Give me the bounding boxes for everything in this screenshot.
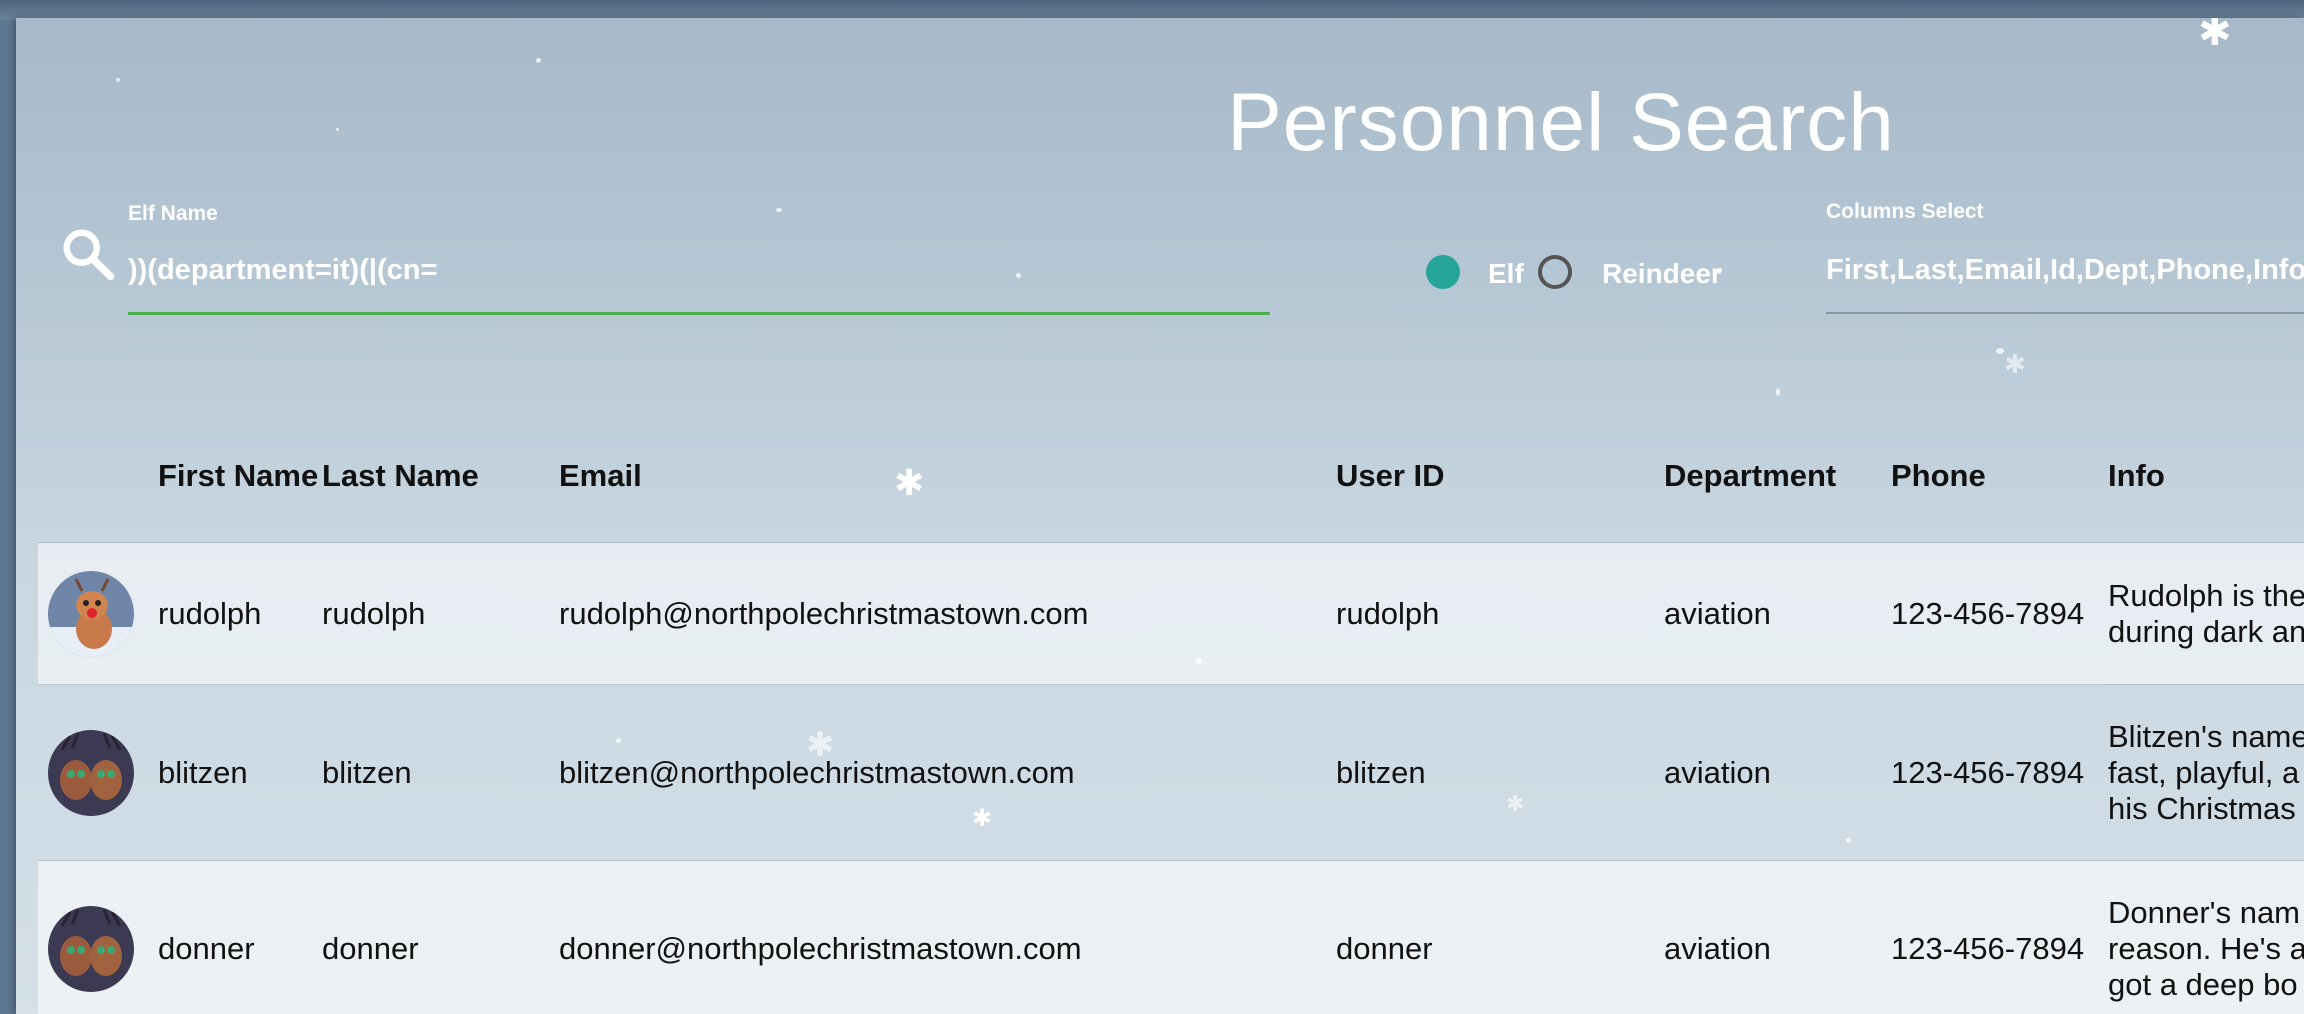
columns-select-underline [1826,312,2304,314]
cell-info: Rudolph is the during dark an [2108,577,2304,649]
header-phone[interactable]: Phone [1891,410,2108,543]
table-row[interactable]: blitzen blitzen blitzen@northpolechristm… [38,684,2304,861]
cell-first-name: rudolph [158,595,262,631]
radio-elf-label[interactable]: Elf [1488,258,1524,290]
cell-user-id: rudolph [1336,595,1440,631]
cell-info: Blitzen's name fast, playful, a his Chri… [2108,718,2304,826]
window-top-strip [0,0,2304,20]
radio-reindeer[interactable] [1538,255,1572,289]
cell-first-name: donner [158,930,255,966]
snowflake-icon: ✱ [2198,18,2232,55]
cell-last-name: rudolph [322,595,426,631]
donner-avatar [48,905,134,992]
avatar-cell [38,543,158,685]
search-input[interactable]: ))(department=it)(|(cn= [128,254,437,287]
cell-phone: 123-456-7894 [1891,930,2085,966]
cell-email: donner@northpolechristmastown.com [559,930,1082,966]
snow-dot [1016,273,1021,278]
search-field-label: Elf Name [128,202,218,225]
cell-first-name: blitzen [158,754,248,790]
header-last-name[interactable]: Last Name [322,410,559,543]
snow-dot [1776,388,1780,396]
radio-reindeer-label[interactable]: Reindeer [1602,258,1722,290]
cell-info: Donner's nam reason. He's a got a deep b… [2108,894,2304,1002]
table-row[interactable]: donner donner donner@northpolechristmast… [38,860,2304,1014]
blitzen-avatar [48,729,134,816]
results-table: First Name Last Name Email User ID Depar… [38,410,2304,1014]
cell-email: blitzen@northpolechristmastown.com [559,754,1075,790]
page-title: Personnel Search [1227,77,1895,168]
header-info[interactable]: Info [2108,410,2304,543]
cell-email: rudolph@northpolechristmastown.com [559,595,1089,631]
table-row[interactable]: rudolph rudolph rudolph@northpolechristm… [38,542,2304,685]
cell-phone: 123-456-7894 [1891,595,2085,631]
avatar-cell [38,685,158,861]
cell-user-id: donner [1336,930,1433,966]
snow-dot [536,58,541,63]
columns-select[interactable]: First,Last,Email,Id,Dept,Phone,Info [1826,254,2304,287]
cell-user-id: blitzen [1336,754,1426,790]
snowflake-icon: ✱ [2004,350,2026,380]
header-user-id[interactable]: User ID [1336,410,1664,543]
columns-select-label: Columns Select [1826,200,1984,223]
snow-dot [776,208,782,212]
header-avatar [38,410,158,543]
snow-dot [1996,348,2004,354]
table-header-row: First Name Last Name Email User ID Depar… [38,410,2304,543]
header-department[interactable]: Department [1664,410,1891,543]
cell-department: aviation [1664,595,1771,631]
cell-department: aviation [1664,930,1771,966]
cell-last-name: blitzen [322,754,412,790]
rudolph-avatar [48,570,134,657]
avatar-cell [38,861,158,1014]
header-first-name[interactable]: First Name [158,410,322,543]
header-email[interactable]: Email [559,410,1336,543]
search-input-underline [128,312,1270,315]
search-icon[interactable] [58,224,118,284]
cell-last-name: donner [322,930,419,966]
radio-elf[interactable] [1426,255,1460,289]
cell-phone: 123-456-7894 [1891,754,2085,790]
search-panel: ✱ ✱ ✱ ✱ ✱ ✱ Personnel Search Elf Name ))… [16,18,2304,1014]
cell-department: aviation [1664,754,1771,790]
